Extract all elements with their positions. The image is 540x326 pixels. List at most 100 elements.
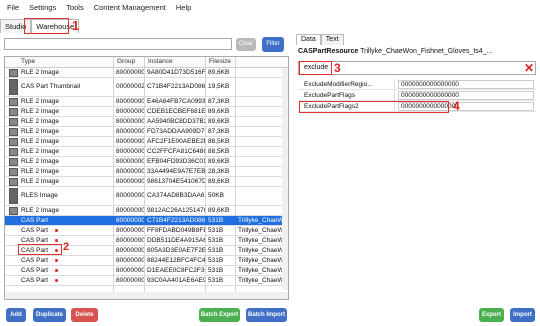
status-dot-icon bbox=[55, 239, 58, 242]
table-row[interactable]: CAS Part 80000000FF8FDABD049B8FDB531B Tril… bbox=[5, 226, 283, 236]
cell-filesize: 531B bbox=[208, 277, 224, 284]
cell-instance: C71B4F2213AD086D bbox=[147, 217, 205, 224]
tab-studio[interactable]: Studio bbox=[0, 19, 32, 33]
add-button[interactable]: Add bbox=[6, 308, 26, 322]
detail-tabs: Data Text bbox=[296, 34, 344, 45]
thumbnail-icon bbox=[9, 188, 18, 204]
table-row[interactable]: RLE 2 Image 80000000 EFB04FD93D36C014 89,6K… bbox=[5, 157, 283, 167]
cell-filesize: 531B bbox=[208, 217, 224, 224]
header-instance[interactable]: Instance bbox=[148, 58, 173, 65]
property-label: ExcludeModifierRegio... bbox=[304, 81, 373, 88]
table-row[interactable]: RLES Image 80000000CA374AD8B3DAA6E750KB bbox=[5, 187, 283, 206]
table-row[interactable]: CAS Part 80000000 DDB511DE4A915A68 531B Tril… bbox=[5, 236, 283, 246]
table-row[interactable]: RLE 2 Image 80000000CDEB1ECBEF681E9989,6K… bbox=[5, 107, 283, 117]
tab-data[interactable]: Data bbox=[296, 34, 321, 45]
filter-button[interactable]: Filter bbox=[262, 37, 284, 52]
cell-type: RLE 2 Image bbox=[21, 118, 59, 125]
menu-content-management[interactable]: Content Management bbox=[89, 3, 171, 12]
cell-instance: CA374AD8B3DAA6E7 bbox=[147, 192, 205, 199]
cell-instance: 98613704E541067D bbox=[147, 178, 205, 185]
table-row[interactable]: CAS Part 80000000 93C0AA401AE6AE9A 531B Tril… bbox=[5, 276, 283, 286]
cell-type: RLE 2 Image bbox=[21, 207, 59, 214]
tab-text[interactable]: Text bbox=[320, 34, 344, 45]
table-row[interactable]: RLE 2 Image 80000000 33A4494E9A7E7EB5 28,3K… bbox=[5, 167, 283, 177]
delete-button[interactable]: Delete bbox=[71, 308, 98, 322]
table-row[interactable]: CAS Part 80000000D1EAEE0C8FC2F3C0531B Tril… bbox=[5, 266, 283, 276]
export-button[interactable]: Export bbox=[479, 308, 504, 322]
cell-filesize: 87,3KB bbox=[208, 128, 230, 135]
status-dot-icon bbox=[55, 259, 58, 262]
header-filesize[interactable]: Filesize bbox=[209, 58, 231, 65]
duplicate-button[interactable]: Duplicate bbox=[33, 308, 66, 322]
table-row[interactable]: RLE 2 Image 80000000 9A80D41D73D516FF 89,6K… bbox=[5, 68, 283, 78]
cell-instance: 9812AC26A125147C bbox=[147, 207, 205, 214]
cell-instance: D1EAEE0C8FC2F3C0 bbox=[147, 267, 205, 274]
resource-title: CASPartResource Trillyke_ChaeWon_Fishnet… bbox=[298, 48, 492, 55]
menu-settings[interactable]: Settings bbox=[24, 3, 61, 12]
thumbnail-icon bbox=[9, 118, 18, 126]
cell-type: RLE 2 Image bbox=[21, 178, 59, 185]
cell-extra: Trillyke_ChaeW bbox=[238, 267, 283, 274]
property-value-field[interactable]: 0000000000000000 bbox=[398, 80, 534, 89]
cell-type: RLE 2 Image bbox=[21, 168, 59, 175]
cell-extra: Trillyke_ChaeW bbox=[238, 237, 283, 244]
close-icon[interactable]: ✕ bbox=[524, 61, 534, 75]
table-row[interactable]: RLE 2 Image 80000000 E46A64FB7CA09936 87,3K… bbox=[5, 97, 283, 107]
header-type[interactable]: Type bbox=[21, 58, 35, 65]
table-row[interactable]: CAS Part 80000000 88244E12BFC4FC4F 531B Tril… bbox=[5, 256, 283, 266]
property-label: ExcludePartFlags2 bbox=[304, 103, 359, 110]
cell-group: 80000000 bbox=[116, 237, 144, 244]
header-group[interactable]: Group bbox=[117, 58, 135, 65]
vertical-scrollbar[interactable] bbox=[282, 68, 288, 290]
cell-filesize: 531B bbox=[208, 267, 224, 274]
cell-type: CAS Part bbox=[21, 217, 49, 224]
cell-type: CAS Part Thumbnail bbox=[21, 83, 81, 90]
table-row[interactable]: RLE 2 Image 80000000CC2FFCFA81C648C388,5K… bbox=[5, 147, 283, 157]
thumbnail-icon bbox=[9, 158, 18, 166]
cell-group: 80000000 bbox=[116, 118, 144, 125]
resource-type-label: CASPartResource bbox=[298, 48, 359, 55]
clear-button[interactable]: Clear bbox=[236, 38, 256, 51]
cell-filesize: 88,5KB bbox=[208, 138, 230, 145]
menu-tools[interactable]: Tools bbox=[61, 3, 89, 12]
import-button[interactable]: Import bbox=[510, 308, 535, 322]
table-header: Type Group Instance Filesize bbox=[5, 57, 288, 68]
cell-instance: FD73ADDAA909D7E0 bbox=[147, 128, 205, 135]
table-row[interactable]: RLE 2 Image 80000000FD73ADDAA909D7E087,3K… bbox=[5, 127, 283, 137]
cell-instance: DDB511DE4A915A68 bbox=[147, 237, 205, 244]
table-row[interactable]: CAS Part 80000000 805A3D3E0AE7F2B5 531B Tril… bbox=[5, 246, 283, 256]
status-dot-icon bbox=[55, 229, 58, 232]
cell-type: CAS Part bbox=[21, 267, 49, 274]
cell-group: 80000000 bbox=[116, 108, 144, 115]
table-row[interactable]: CAS Part Thumbnail 00000002 C71B4F2213AD08… bbox=[5, 78, 283, 97]
property-value-field[interactable]: 0000000000000000 bbox=[398, 102, 534, 111]
cell-instance: FF8FDABD049B8FDB bbox=[147, 227, 205, 234]
resource-table: Type Group Instance Filesize RLE 2 Image… bbox=[4, 56, 289, 300]
cell-filesize: 88,5KB bbox=[208, 148, 230, 155]
batch-import-button[interactable]: Batch Import bbox=[246, 308, 287, 322]
table-row[interactable]: RLE 2 Image 80000000 9812AC26A125147C 89,6K… bbox=[5, 206, 283, 216]
cell-group: 00000002 bbox=[116, 83, 144, 90]
horizontal-scrollbar[interactable] bbox=[5, 292, 288, 299]
divider bbox=[394, 90, 395, 101]
property-label: ExcludePartFlags bbox=[304, 92, 355, 99]
cell-instance: E46A64FB7CA09936 bbox=[147, 98, 205, 105]
cell-type: CAS Part bbox=[21, 257, 49, 264]
cell-extra: Trillyke_ChaeW bbox=[238, 227, 283, 234]
cell-type: RLE 2 Image bbox=[21, 108, 59, 115]
table-row[interactable]: RLE 2 Image 80000000 98613704E541067D 89,6K… bbox=[5, 177, 283, 187]
cell-group: 80000000 bbox=[116, 277, 144, 284]
divider bbox=[394, 79, 395, 90]
cell-group: 80000000 bbox=[116, 192, 144, 199]
cell-instance: CDEB1ECBEF681E99 bbox=[147, 108, 205, 115]
search-input[interactable] bbox=[4, 38, 232, 50]
table-row[interactable]: RLE 2 Image 80000000 AA5940BC8DD37B27 89,6K… bbox=[5, 117, 283, 127]
menu-file[interactable]: File bbox=[2, 3, 24, 12]
table-row[interactable]: RLE 2 Image 80000000AFC2F1E00AEBE2FF88,5K… bbox=[5, 137, 283, 147]
resource-name: Trillyke_ChaeWon_Fishnet_Gloves_ts4_... bbox=[360, 48, 493, 55]
batch-export-button[interactable]: Batch Export bbox=[199, 308, 240, 322]
property-value-field[interactable]: 0000000000000000 bbox=[398, 91, 534, 100]
menu-help[interactable]: Help bbox=[171, 3, 196, 12]
table-row[interactable]: CAS Part 80000000 C71B4F2213AD086D 531B Tril… bbox=[5, 216, 283, 226]
cell-instance: AFC2F1E00AEBE2FF bbox=[147, 138, 205, 145]
